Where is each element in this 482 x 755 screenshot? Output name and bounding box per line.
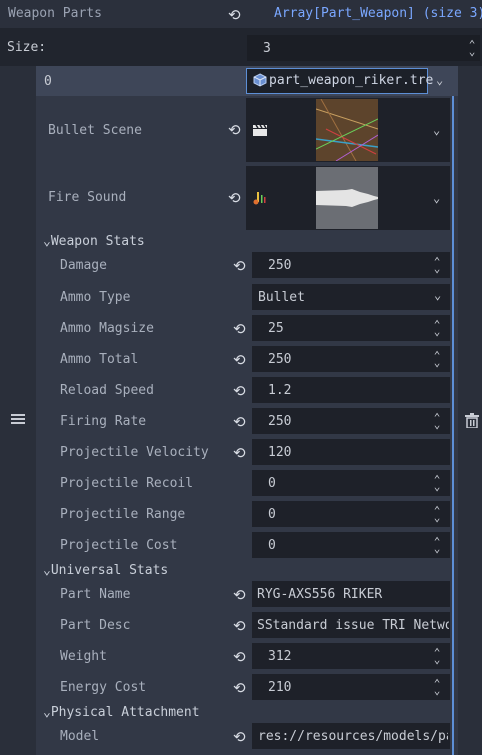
size-value[interactable]: 3: [263, 42, 271, 55]
projectile-cost-spinbox[interactable]: [252, 532, 450, 558]
model-path-value[interactable]: res://resources/models/par: [258, 730, 448, 743]
revert-icon[interactable]: ⟲: [233, 320, 246, 338]
projectile-velocity-label: Projectile Velocity: [60, 445, 209, 460]
projectile-recoil-label: Projectile Recoil: [60, 476, 194, 491]
projectile-recoil-value[interactable]: 0: [268, 477, 276, 490]
chevron-down-icon[interactable]: ⌄: [434, 289, 441, 301]
updown-arrows-icon[interactable]: ⌃ ⌄: [432, 350, 442, 368]
waveform-preview: [316, 167, 378, 229]
chevron-down-icon[interactable]: ⌄: [436, 74, 443, 86]
element-index: 0: [44, 74, 52, 89]
projectile-range-value[interactable]: 0: [268, 508, 276, 521]
fire-sound-label: Fire Sound: [48, 190, 127, 205]
trash-icon[interactable]: [465, 413, 479, 428]
updown-arrows-icon[interactable]: ⌃ ⌄: [432, 678, 442, 696]
chevron-down-icon: ⌄: [43, 563, 51, 578]
chevron-down-icon[interactable]: ⌄: [433, 124, 440, 136]
updown-arrows-icon[interactable]: ⌃ ⌄: [432, 536, 442, 554]
revert-icon[interactable]: ⟲: [233, 679, 246, 697]
revert-icon[interactable]: ⟲: [233, 586, 246, 604]
section-physical-attachment[interactable]: ⌄Physical Attachment: [43, 706, 200, 719]
weight-label: Weight: [60, 649, 107, 664]
ammo-type-value[interactable]: Bullet: [258, 291, 305, 304]
part-desc-label: Part Desc: [60, 618, 131, 633]
revert-icon[interactable]: ⟲: [233, 648, 246, 666]
projectile-cost-value[interactable]: 0: [268, 539, 276, 552]
revert-icon[interactable]: ⟲: [233, 351, 246, 369]
damage-label: Damage: [60, 258, 107, 273]
ammo-total-value[interactable]: 250: [268, 353, 291, 366]
ammo-type-label: Ammo Type: [60, 290, 131, 305]
chevron-down-icon[interactable]: ⌄: [433, 192, 440, 204]
projectile-range-spinbox[interactable]: [252, 501, 450, 527]
updown-arrows-icon[interactable]: ⌃ ⌄: [432, 412, 442, 430]
part-desc-value[interactable]: SStandard issue TRI Networ: [257, 619, 449, 632]
damage-value[interactable]: 250: [268, 259, 291, 272]
updown-arrows-icon[interactable]: ⌃ ⌄: [432, 256, 442, 274]
firing-rate-label: Firing Rate: [60, 414, 147, 429]
audio-stream-icon: [253, 191, 267, 205]
section-weapon-stats[interactable]: ⌄Weapon Stats: [43, 235, 145, 248]
updown-arrows-icon[interactable]: ⌃ ⌄: [432, 474, 442, 492]
revert-icon[interactable]: ⟲: [233, 382, 246, 400]
revert-icon[interactable]: ⟲: [233, 728, 246, 746]
chevron-down-icon: ⌄: [43, 705, 51, 720]
resource-name[interactable]: part_weapon_riker.tre: [269, 74, 433, 87]
weight-value[interactable]: 312: [268, 650, 291, 663]
revert-icon[interactable]: ⟲: [233, 257, 246, 275]
energy-cost-value[interactable]: 210: [268, 681, 291, 694]
firing-rate-value[interactable]: 250: [268, 415, 291, 428]
ammo-total-label: Ammo Total: [60, 352, 139, 367]
energy-cost-label: Energy Cost: [60, 680, 147, 695]
revert-icon[interactable]: ⟲: [233, 413, 246, 431]
projectile-recoil-spinbox[interactable]: [252, 470, 450, 496]
revert-icon[interactable]: ⟲: [228, 189, 241, 207]
size-spinbox[interactable]: [247, 35, 480, 61]
updown-arrows-icon[interactable]: ⌃ ⌄: [432, 319, 442, 337]
revert-icon[interactable]: ⟲: [228, 6, 241, 24]
part-name-label: Part Name: [60, 587, 131, 602]
projectile-velocity-value[interactable]: 120: [268, 446, 291, 459]
array-element-delete-gutter: [458, 66, 482, 755]
size-label: Size:: [7, 40, 47, 55]
ammo-magsize-value[interactable]: 25: [268, 322, 284, 335]
array-toggle-button[interactable]: Array[Part_Weapon] (size 3): [274, 7, 482, 20]
panel-accent-border: [452, 96, 454, 755]
projectile-cost-label: Projectile Cost: [60, 538, 178, 553]
model-label: Model: [60, 729, 100, 744]
updown-arrows-icon[interactable]: ⌃ ⌄: [432, 505, 442, 523]
array-element-drag-gutter: [0, 66, 36, 755]
chevron-down-icon: ⌄: [43, 234, 51, 249]
updown-arrows-icon[interactable]: ⌃ ⌄: [467, 39, 477, 57]
projectile-range-label: Projectile Range: [60, 507, 186, 522]
section-universal-stats[interactable]: ⌄Universal Stats: [43, 564, 168, 577]
part-name-value[interactable]: RYG-AXS556 RIKER: [257, 588, 382, 601]
updown-arrows-icon[interactable]: ⌃ ⌄: [432, 647, 442, 665]
revert-icon[interactable]: ⟲: [233, 444, 246, 462]
revert-icon[interactable]: ⟲: [233, 617, 246, 635]
hamburger-menu-icon[interactable]: [11, 413, 25, 425]
revert-icon[interactable]: ⟲: [228, 121, 241, 139]
bullet-scene-label: Bullet Scene: [48, 123, 142, 138]
property-label: Weapon Parts: [8, 6, 102, 21]
reload-speed-label: Reload Speed: [60, 383, 154, 398]
scene-thumbnail-preview: [316, 99, 378, 161]
resource-cube-icon: [253, 73, 267, 87]
reload-speed-value[interactable]: 1.2: [268, 384, 291, 397]
clapperboard-icon: [253, 124, 267, 136]
ammo-magsize-label: Ammo Magsize: [60, 321, 154, 336]
